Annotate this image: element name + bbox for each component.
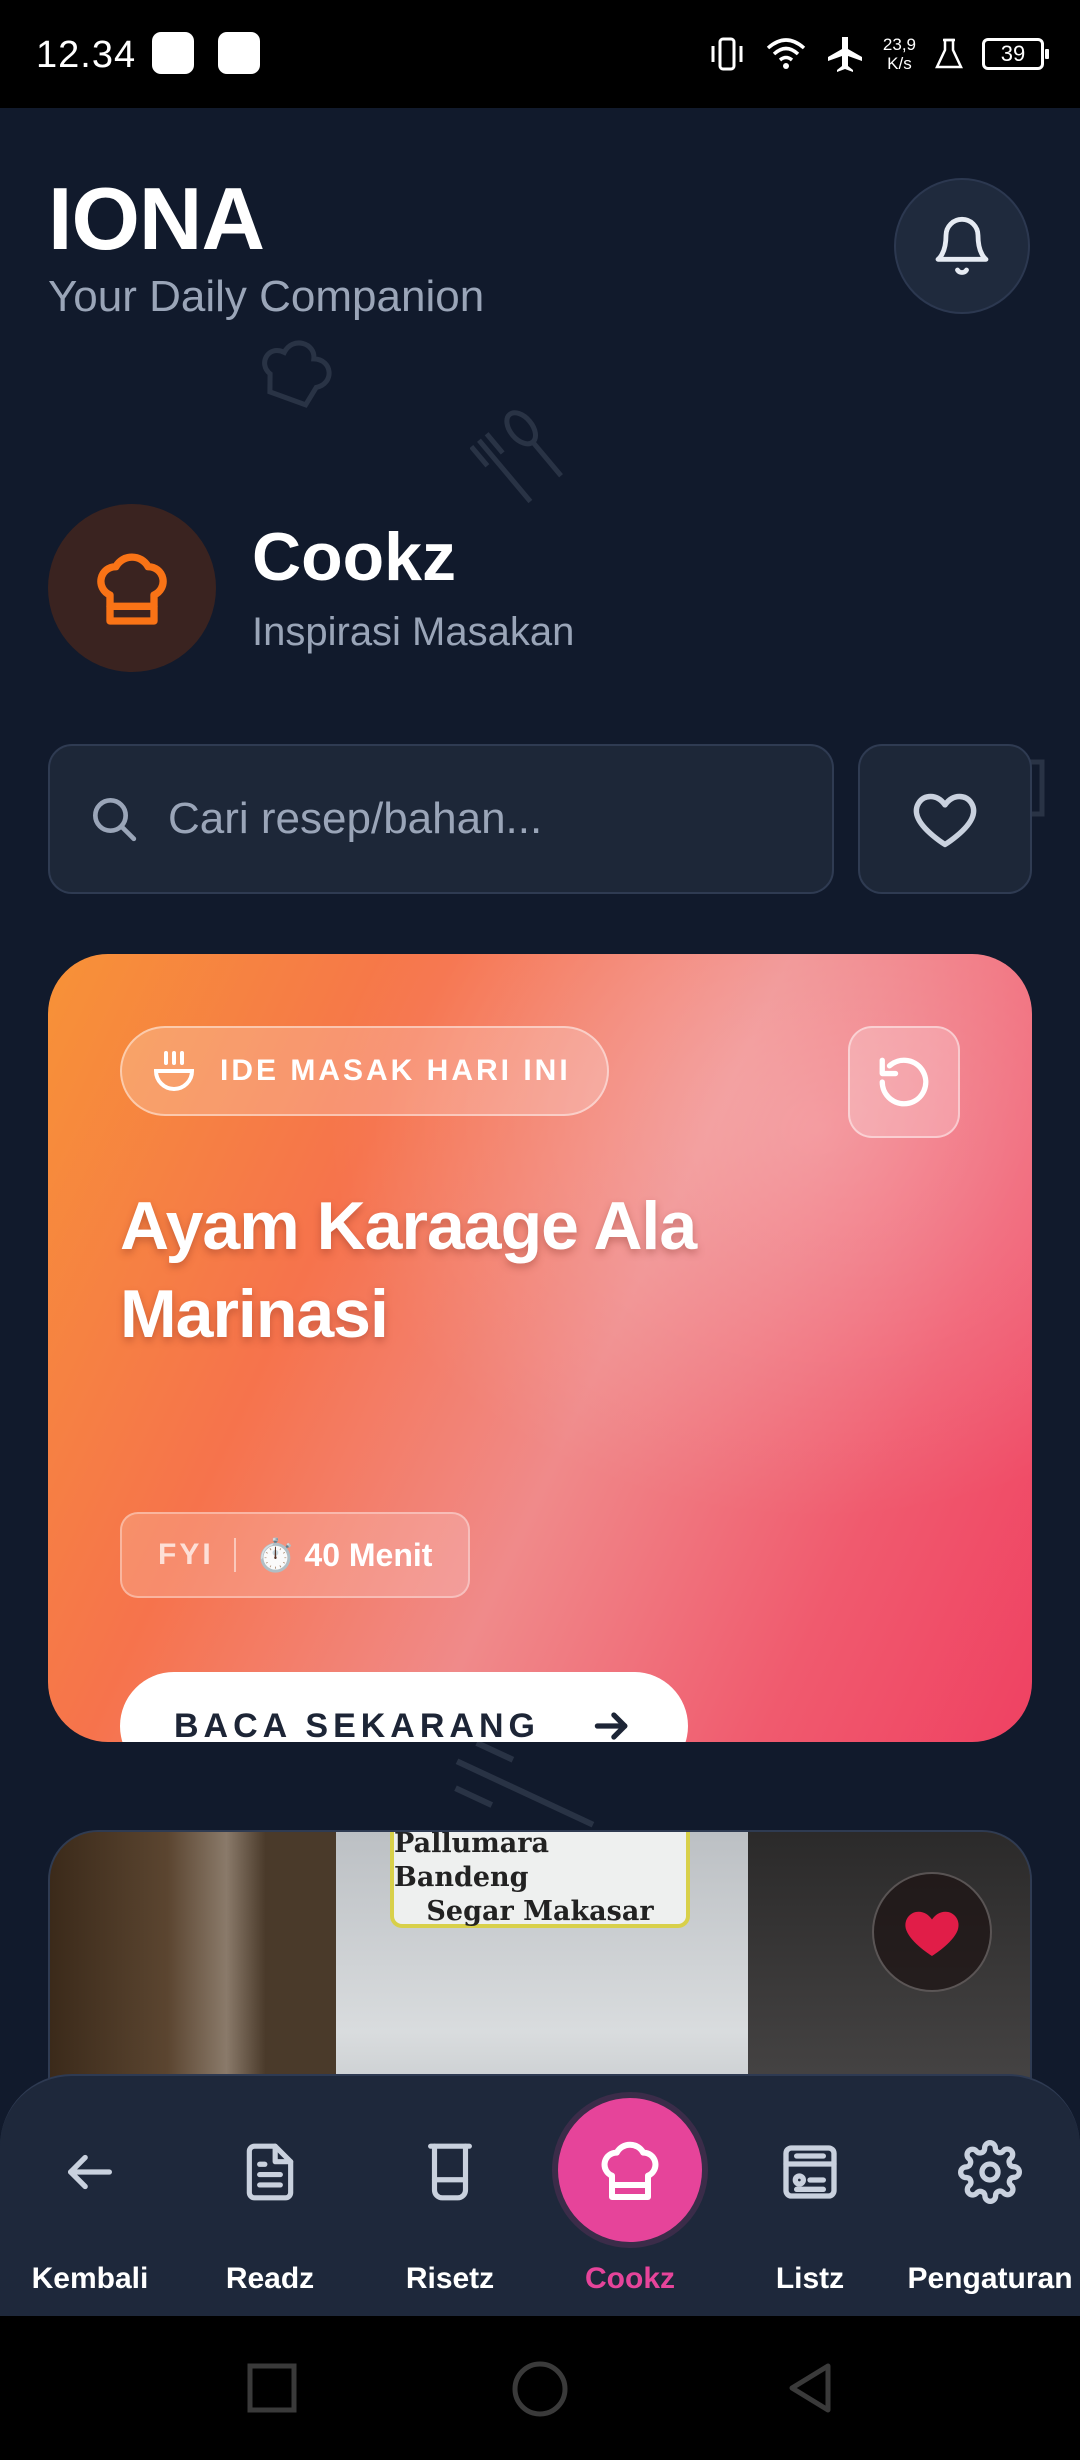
chef-hat-icon [97,553,167,625]
nav-label: Pengaturan [907,2262,1073,2295]
nav-label: Listz [775,2262,845,2295]
notification-square-icon [218,32,260,74]
divider [233,1538,236,1572]
recipe-title: Ayam Karaage Ala Marinasi [120,1188,697,1352]
section-subtitle: Inspirasi Masakan [252,610,575,654]
recipe-tag: FYI [158,1538,214,1571]
status-time: 12.34 [36,34,137,76]
nav-label: Kembali [31,2262,149,2295]
search-bar[interactable] [48,744,834,894]
nav-item-kembali[interactable]: Kembali [0,2076,180,2316]
app-screen: IONA Your Daily Companion Cookz Inspiras… [0,108,1080,2316]
nav-item-cookz[interactable]: Cookz [540,2076,720,2316]
search-icon [93,798,137,842]
list-card-icon [783,2145,837,2199]
recipe-of-the-day-card[interactable]: IDE MASAK HARI INI Ayam Karaage Ala Mari… [48,954,1032,1742]
gear-icon [958,2140,1022,2204]
notification-button[interactable] [894,178,1030,314]
beaker-icon [428,2143,472,2201]
app-title: IONA [48,169,265,268]
nav-label: Risetz [405,2262,495,2295]
document-icon [246,2143,294,2201]
status-bar: 12.34 23,9 K/s 39 [0,0,1080,108]
airplane-icon [827,37,862,72]
heart-filled-icon [905,1911,959,1956]
arrow-left-icon [68,2154,112,2190]
recipe-duration: ⏱️ 40 Menit [255,1537,433,1573]
read-now-button[interactable]: BACA SEKARANG [120,1672,688,1742]
nav-label: Readz [225,2262,315,2295]
app-tagline: Your Daily Companion [48,272,485,321]
favorite-toggle-button[interactable] [872,1872,992,1992]
recent-apps-button[interactable] [244,2360,300,2416]
flask-icon [935,38,963,69]
cookz-section-icon [48,504,216,672]
arrow-right-icon [594,1712,628,1740]
battery-icon: 39 [982,38,1049,70]
vibrate-icon [711,37,743,71]
nav-label-active: Cookz [585,2262,675,2295]
nav-item-risetz[interactable]: Risetz [360,2076,540,2316]
network-speed: 23,9 K/s [882,35,916,73]
bell-icon [935,216,989,275]
refresh-button[interactable] [848,1026,960,1138]
utensils-doodle-icon [470,410,563,504]
wifi-icon [766,38,806,69]
nav-item-readz[interactable]: Readz [180,2076,360,2316]
heart-outline-icon [913,793,977,848]
daily-idea-chip: IDE MASAK HARI INI [120,1026,609,1116]
recipe-meta: FYI ⏱️ 40 Menit [120,1512,471,1598]
bottom-navigation: Kembali Readz Risetz Cookz Listz Pengatu… [0,2074,1080,2316]
chef-hat-doodle-icon [262,340,332,408]
home-button[interactable] [511,2360,569,2418]
nav-item-pengaturan[interactable]: Pengaturan [900,2076,1080,2316]
nav-item-listz[interactable]: Listz [720,2076,900,2316]
section-title: Cookz [252,519,456,595]
bowl-steam-icon [153,1051,195,1091]
refresh-icon [879,1057,929,1107]
favorites-button[interactable] [858,744,1032,894]
back-button[interactable] [782,2360,838,2416]
notification-square-icon [152,32,194,74]
recipe-image-caption: Pallumara Bandeng Segar Makasar [390,1832,690,1928]
search-input[interactable] [168,794,768,844]
system-navigation-bar [0,2316,1080,2460]
